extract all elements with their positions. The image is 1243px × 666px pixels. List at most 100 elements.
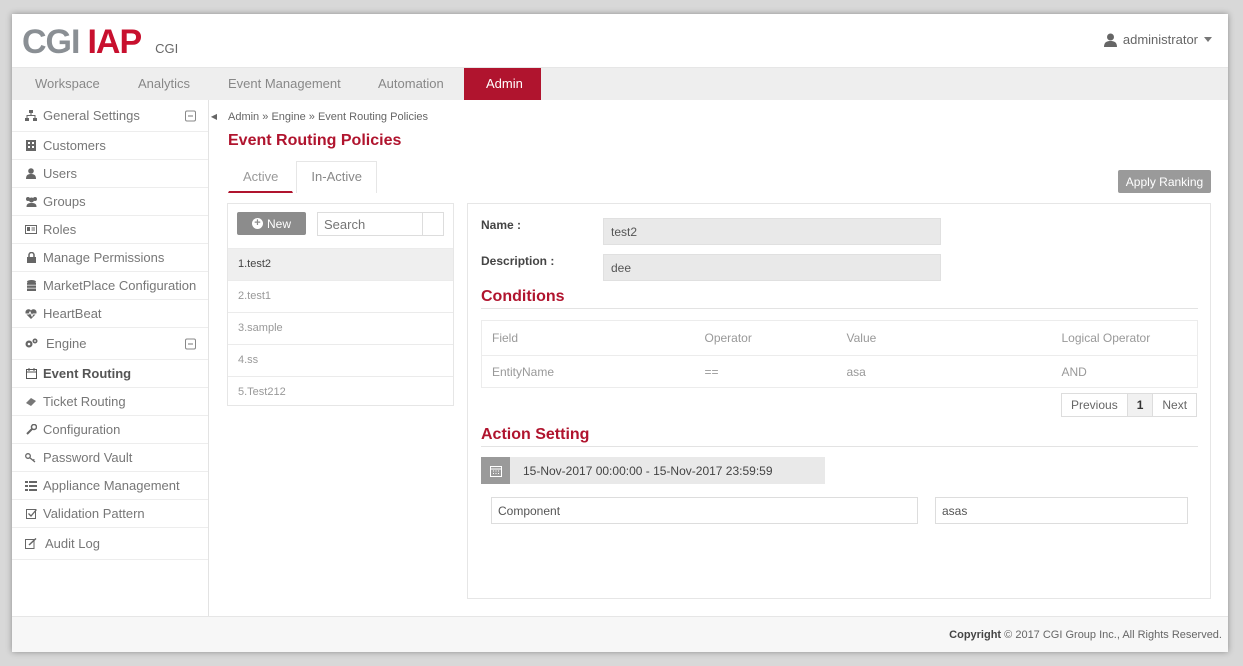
sidebar-item-engine[interactable]: Engine xyxy=(12,328,208,360)
copyright-label: Copyright xyxy=(949,629,1002,641)
sidebar-item-marketplace-configuration[interactable]: MarketPlace Configuration xyxy=(12,272,208,300)
search-input[interactable] xyxy=(318,213,422,235)
sidebar-item-label: Engine xyxy=(46,335,87,351)
current-page-button[interactable]: 1 xyxy=(1126,393,1154,417)
sidebar-item-label: Customers xyxy=(43,137,106,153)
table-row[interactable]: EntityName == asa AND xyxy=(481,355,1198,388)
policy-list-item[interactable]: 4.ss xyxy=(228,344,453,376)
breadcrumb-separator: » xyxy=(308,111,315,123)
name-field[interactable]: test2 xyxy=(603,218,941,245)
list-icon xyxy=(24,480,38,491)
list-toolbar: + New xyxy=(228,204,453,248)
sidebar-item-label: Event Routing xyxy=(43,365,132,381)
column-value: Value xyxy=(836,320,1052,356)
description-field[interactable]: dee xyxy=(603,254,941,281)
user-icon xyxy=(24,168,38,179)
lock-icon xyxy=(24,252,38,263)
collapse-icon[interactable] xyxy=(185,338,196,349)
tab-active[interactable]: Active xyxy=(228,161,294,193)
sidebar-item-configuration[interactable]: Configuration xyxy=(12,416,208,444)
copyright-rest: © 2017 CGI Group Inc., All Rights Reserv… xyxy=(1004,629,1222,641)
search-addon[interactable] xyxy=(422,213,443,235)
sidebar-item-ticket-routing[interactable]: Ticket Routing xyxy=(12,388,208,416)
sidebar-item-manage-permissions[interactable]: Manage Permissions xyxy=(12,244,208,272)
sidebar-item-appliance-management[interactable]: Appliance Management xyxy=(12,472,208,500)
sidebar-item-validation-pattern[interactable]: Validation Pattern xyxy=(12,500,208,528)
policy-list-item[interactable]: 5.Test212 xyxy=(228,376,453,408)
copyright-text: Copyright © 2017 CGI Group Inc., All Rig… xyxy=(949,629,1222,641)
action-divider xyxy=(481,446,1198,447)
breadcrumb-separator: » xyxy=(262,111,269,123)
cgi-iap-logo: CGI IAP CGI xyxy=(22,23,178,62)
sidebar-item-event-routing[interactable]: Event Routing xyxy=(12,360,208,388)
policy-detail-panel: Name : test2 Description : dee Condition… xyxy=(467,203,1211,599)
sidebar-item-label: Appliance Management xyxy=(43,477,180,493)
calendar-icon[interactable] xyxy=(481,457,510,484)
nav-workspace[interactable]: Workspace xyxy=(12,68,124,100)
component-field[interactable]: Component xyxy=(491,497,918,524)
sidebar-item-label: MarketPlace Configuration xyxy=(43,277,197,293)
policy-list-item[interactable]: 2.test1 xyxy=(228,280,453,312)
logo-cgi-text: CGI xyxy=(22,23,80,61)
sidebar-item-label: Validation Pattern xyxy=(43,505,145,521)
user-icon xyxy=(1103,33,1117,47)
breadcrumb-current: Event Routing Policies xyxy=(317,111,429,123)
action-setting-title: Action Setting xyxy=(481,426,590,443)
nav-event-management[interactable]: Event Management xyxy=(214,68,364,100)
sidebar-item-password-vault[interactable]: Password Vault xyxy=(12,444,208,472)
wrench-icon xyxy=(24,424,38,435)
plus-circle-icon: + xyxy=(251,218,263,229)
sidebar-item-general-settings[interactable]: General Settings xyxy=(12,100,208,132)
cell-operator: == xyxy=(694,355,837,388)
sidebar-item-label: Groups xyxy=(43,193,86,209)
policy-list-panel: + New 1.test2 2.test1 3.sample 4.ss 5.Te… xyxy=(227,203,454,406)
collapse-icon[interactable] xyxy=(185,110,196,121)
footer: Copyright © 2017 CGI Group Inc., All Rig… xyxy=(12,616,1228,652)
component-value-field[interactable]: asas xyxy=(935,497,1188,524)
edit-icon xyxy=(24,538,38,549)
date-range-text: 15-Nov-2017 00:00:00 - 15-Nov-2017 23:59… xyxy=(523,463,773,478)
table-header-row: Field Operator Value Logical Operator xyxy=(481,320,1198,356)
cell-logical-operator: AND xyxy=(1051,355,1198,388)
policy-list-item[interactable]: 3.sample xyxy=(228,312,453,344)
cell-field: EntityName xyxy=(481,355,695,388)
policy-list-item[interactable]: 1.test2 xyxy=(228,248,453,280)
tab-in-active[interactable]: In-Active xyxy=(296,161,377,193)
description-label: Description : xyxy=(481,254,555,268)
user-menu[interactable]: administrator xyxy=(1103,32,1212,47)
nav-analytics[interactable]: Analytics xyxy=(124,68,214,100)
breadcrumb-admin[interactable]: Admin xyxy=(228,111,259,123)
nav-admin[interactable]: Admin xyxy=(464,68,541,100)
sidebar-item-users[interactable]: Users xyxy=(12,160,208,188)
id-card-icon xyxy=(24,225,38,234)
database-icon xyxy=(24,280,38,291)
column-field: Field xyxy=(481,320,695,356)
check-square-icon xyxy=(24,508,38,519)
sidebar-item-groups[interactable]: Groups xyxy=(12,188,208,216)
sidebar-item-label: Configuration xyxy=(43,421,121,437)
new-policy-button[interactable]: + New xyxy=(237,212,306,235)
column-logical-operator: Logical Operator xyxy=(1051,320,1198,356)
users-icon xyxy=(24,196,38,207)
apply-ranking-button[interactable]: Apply Ranking xyxy=(1118,170,1211,193)
date-range-picker[interactable]: 15-Nov-2017 00:00:00 - 15-Nov-2017 23:59… xyxy=(481,457,825,484)
sidebar-item-customers[interactable]: Customers xyxy=(12,132,208,160)
sidebar-item-audit-log[interactable]: Audit Log xyxy=(12,528,208,560)
nav-automation[interactable]: Automation xyxy=(364,68,464,100)
sidebar-item-roles[interactable]: Roles xyxy=(12,216,208,244)
sidebar-item-label: Roles xyxy=(43,221,77,237)
conditions-divider xyxy=(481,308,1198,309)
sidebar-toggle-icon[interactable]: ◀ xyxy=(209,110,219,124)
conditions-table: Field Operator Value Logical Operator En… xyxy=(481,320,1198,388)
sidebar-item-label: General Settings xyxy=(43,107,140,123)
sidebar-item-label: Password Vault xyxy=(43,449,133,465)
breadcrumb-engine[interactable]: Engine xyxy=(271,111,305,123)
pagination: Previous 1 Next xyxy=(1061,393,1198,417)
sidebar-item-heartbeat[interactable]: HeartBeat xyxy=(12,300,208,328)
calendar-icon xyxy=(24,368,38,379)
app-header: CGI IAP CGI administrator xyxy=(12,14,1228,68)
page-title: Event Routing Policies xyxy=(228,132,402,149)
previous-page-button[interactable]: Previous xyxy=(1061,393,1128,417)
next-page-button[interactable]: Next xyxy=(1152,393,1198,417)
key-icon xyxy=(24,452,38,463)
